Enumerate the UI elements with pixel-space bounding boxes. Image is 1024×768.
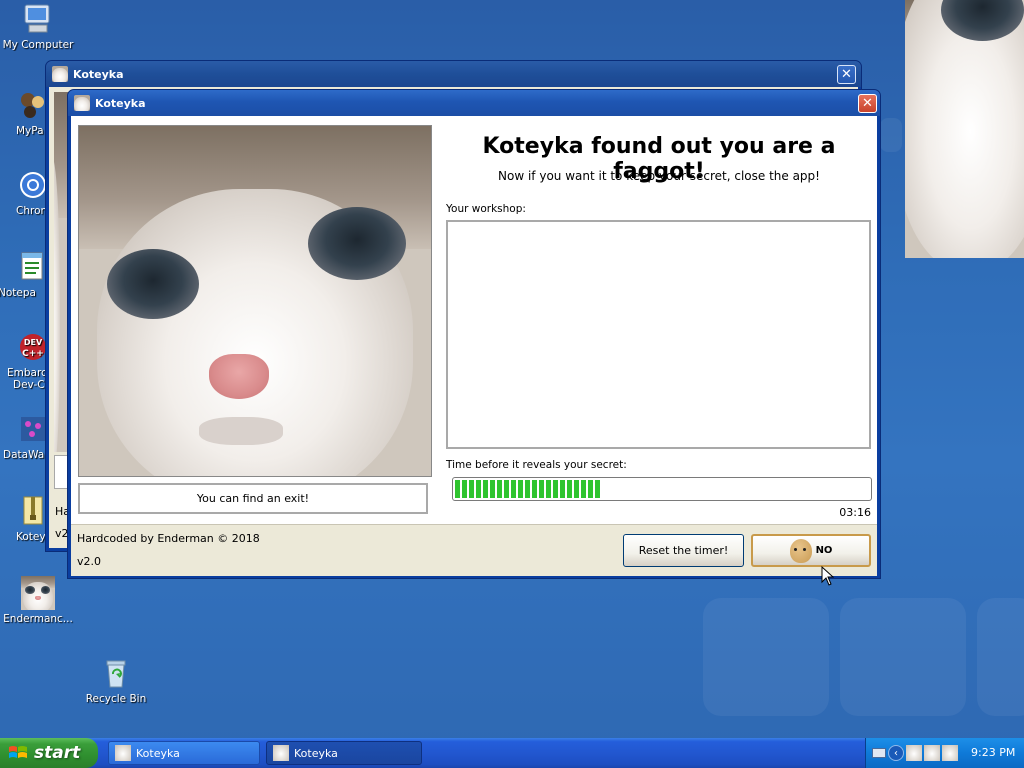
cat-eye-right — [307, 206, 407, 280]
taskbar-task-label: Koteyka — [136, 746, 180, 760]
koteyka-app-icon — [115, 745, 131, 761]
cat-nose — [209, 353, 270, 399]
enderman-cat-thumbnail-icon — [21, 576, 55, 610]
koteyka-window-main[interactable]: Koteyka ✕ You can find an exit! Koteyka … — [67, 89, 881, 579]
cat-eye-left — [107, 248, 199, 319]
workshop-label: Your workshop: — [446, 203, 526, 215]
window-title: Koteyka — [95, 96, 146, 110]
desktop-tile — [977, 598, 1024, 716]
desktop-icon-label: Endermanc... — [3, 613, 73, 625]
no-button[interactable]: NO — [751, 534, 871, 567]
start-button[interactable]: start — [0, 738, 98, 768]
desktop-icon-enderman[interactable]: Endermanc... — [0, 576, 78, 625]
tray-cat-icon[interactable] — [942, 745, 958, 761]
desktop-tile — [703, 598, 829, 716]
bald-head-icon — [789, 538, 812, 563]
svg-text:DEV: DEV — [24, 338, 43, 347]
cat-mouth — [198, 416, 284, 445]
windows-logo-icon — [9, 746, 27, 758]
workshop-textarea[interactable] — [446, 220, 871, 449]
desktop-tile — [880, 118, 902, 152]
desktop-icon-my-computer[interactable]: My Computer — [0, 2, 78, 51]
clock[interactable]: 9:23 PM — [971, 746, 1015, 759]
desktop-icon-label: My Computer — [2, 39, 74, 51]
desktop-icon-label: Recycle Bin — [85, 693, 147, 705]
show-hidden-icons-chevron-icon[interactable]: ‹ — [888, 745, 904, 761]
subline: Now if you want it to keep your secret, … — [498, 169, 820, 183]
desktop-tile — [840, 598, 966, 716]
credit-label: Hardcoded by Enderman © 2018 — [77, 532, 260, 545]
window-titlebar[interactable]: Koteyka — [68, 90, 880, 116]
window-title: Koteyka — [73, 67, 124, 81]
taskbar: start Koteyka Koteyka ‹ 9:23 PM — [0, 738, 1024, 768]
timer-countdown: 03:16 — [839, 506, 871, 519]
version-label: v2.0 — [77, 555, 102, 568]
svg-text:C++: C++ — [22, 349, 44, 359]
taskbar-task-label: Koteyka — [294, 746, 338, 760]
reset-timer-label: Reset the timer! — [638, 544, 729, 557]
exit-hint-label: You can find an exit! — [196, 492, 310, 505]
window-titlebar[interactable]: Koteyka — [46, 61, 861, 87]
my-computer-icon — [21, 2, 55, 36]
window-body: You can find an exit! Koteyka found out … — [71, 116, 877, 576]
timer-progress-bar — [452, 477, 872, 501]
desktop-icon-recycle-bin[interactable]: Recycle Bin — [76, 656, 156, 705]
exit-hint-box: You can find an exit! — [78, 483, 428, 514]
no-button-label: NO — [815, 545, 833, 556]
taskbar-task-koteyka-active[interactable]: Koteyka — [266, 741, 422, 765]
timer-progress-fill — [455, 480, 600, 498]
timer-label: Time before it reveals your secret: — [446, 459, 627, 471]
koteyka-app-icon — [74, 95, 90, 111]
taskbar-task-koteyka[interactable]: Koteyka — [108, 741, 260, 765]
koteyka-app-icon — [52, 66, 68, 82]
system-tray: ‹ 9:23 PM — [865, 738, 1024, 768]
recycle-bin-icon — [99, 656, 133, 690]
mouse-cursor-icon — [821, 566, 835, 586]
start-label: start — [34, 743, 81, 763]
floating-cat-photo[interactable] — [905, 0, 1024, 258]
koteyka-app-icon — [273, 745, 289, 761]
reset-timer-button[interactable]: Reset the timer! — [623, 534, 744, 567]
close-button[interactable]: ✕ — [837, 65, 856, 84]
close-button[interactable]: ✕ — [858, 94, 877, 113]
tray-cat-icon[interactable] — [924, 745, 940, 761]
tray-cat-icon[interactable] — [906, 745, 922, 761]
keyboard-icon[interactable] — [872, 748, 886, 758]
cat-photo — [78, 125, 432, 477]
window-footer: Hardcoded by Enderman © 2018 v2.0 Reset … — [71, 524, 877, 576]
